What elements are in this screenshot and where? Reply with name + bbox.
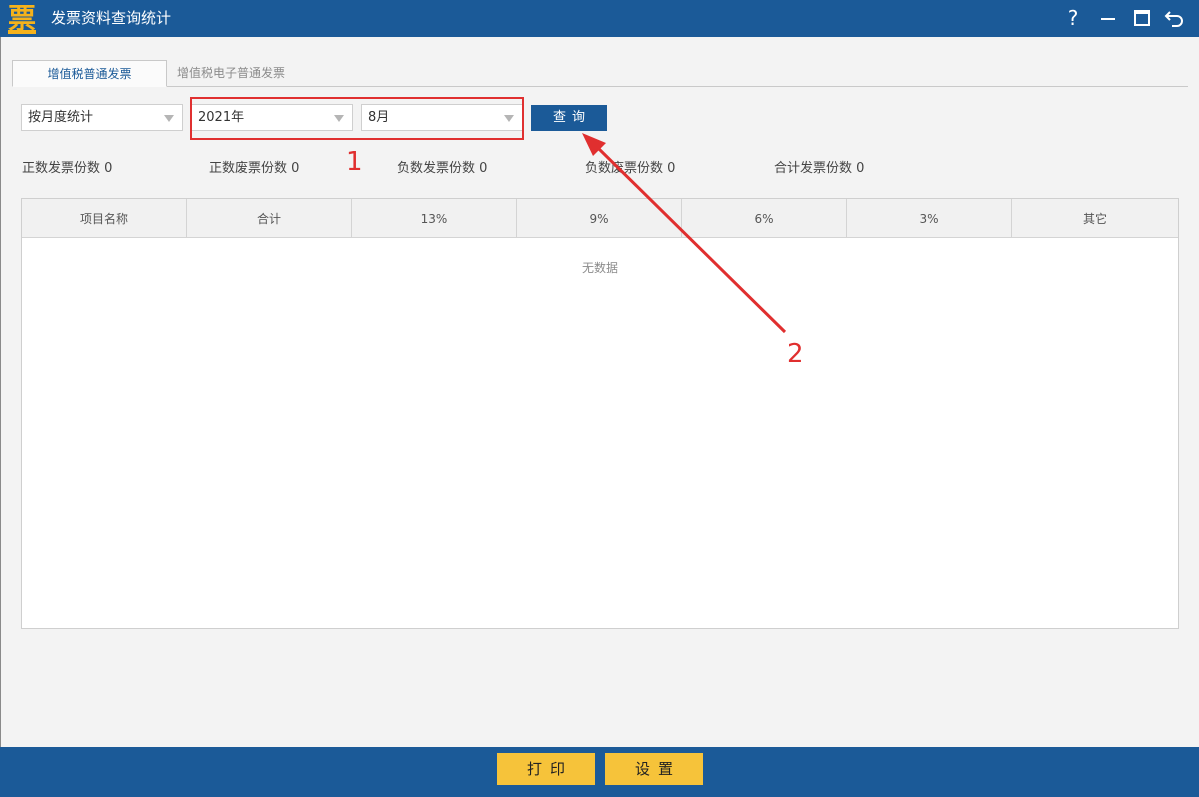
annotation-highlight-box: [190, 97, 524, 140]
print-button[interactable]: 打印: [497, 753, 595, 785]
help-label: ?: [1067, 6, 1079, 30]
table-header: 项目名称 合计 13% 9% 6% 3% 其它: [22, 199, 1178, 238]
empty-table-message: 无数据: [581, 261, 618, 275]
stat-label: 负数发票份数: [397, 161, 476, 176]
settings-button[interactable]: 设置: [605, 753, 703, 785]
stat-label: 正数发票份数: [22, 161, 101, 176]
column-header[interactable]: 其它: [1012, 199, 1178, 237]
stat-label: 负数废票份数: [585, 161, 664, 176]
maximize-icon[interactable]: [1130, 6, 1154, 30]
column-header[interactable]: 项目名称: [22, 199, 187, 237]
query-button[interactable]: 查询: [531, 105, 607, 131]
invoice-type-tabs: 增值税普通发票 增值税电子普通发票: [12, 60, 1188, 87]
app-logo-icon: 票: [6, 3, 38, 35]
statistics-table: 项目名称 合计 13% 9% 6% 3% 其它 无数据: [21, 198, 1179, 629]
column-header[interactable]: 6%: [682, 199, 847, 237]
stat-mode-select[interactable]: 按月度统计: [21, 104, 183, 131]
stat-value: 0: [291, 161, 300, 176]
stat-positive-invoice-count: 正数发票份数 0: [22, 157, 112, 176]
stat-label: 正数废票份数: [209, 161, 288, 176]
column-header[interactable]: 13%: [352, 199, 517, 237]
stat-value: 0: [856, 161, 865, 176]
column-header[interactable]: 9%: [517, 199, 682, 237]
help-icon[interactable]: ?: [1061, 6, 1085, 30]
stat-mode-value: 按月度统计: [28, 110, 94, 125]
app-logo-underline: [8, 30, 36, 34]
window-left-border: [0, 37, 1, 747]
title-bar: 票 发票资料查询统计 ?: [0, 0, 1199, 37]
stat-negative-invoice-count: 负数发票份数 0: [397, 157, 487, 176]
stat-positive-void-count: 正数废票份数 0: [209, 157, 299, 176]
tab-vat-general-invoice[interactable]: 增值税普通发票: [12, 60, 167, 87]
window-title: 发票资料查询统计: [51, 9, 172, 27]
stat-value: 0: [479, 161, 488, 176]
stat-value: 0: [667, 161, 676, 176]
stat-negative-void-count: 负数废票份数 0: [585, 157, 675, 176]
stat-label: 合计发票份数: [774, 161, 853, 176]
stat-total-invoice-count: 合计发票份数 0: [774, 157, 864, 176]
stat-value: 0: [104, 161, 113, 176]
tab-vat-electronic-invoice[interactable]: 增值税电子普通发票: [170, 60, 292, 87]
annotation-number-2: 2: [787, 339, 804, 369]
minimize-icon[interactable]: [1096, 6, 1120, 30]
column-header[interactable]: 3%: [847, 199, 1012, 237]
annotation-number-1: 1: [346, 147, 363, 177]
column-header[interactable]: 合计: [187, 199, 352, 237]
chevron-down-icon: [164, 115, 174, 122]
back-icon[interactable]: [1162, 6, 1186, 30]
bottom-toolbar: 打印 设置: [0, 747, 1199, 797]
